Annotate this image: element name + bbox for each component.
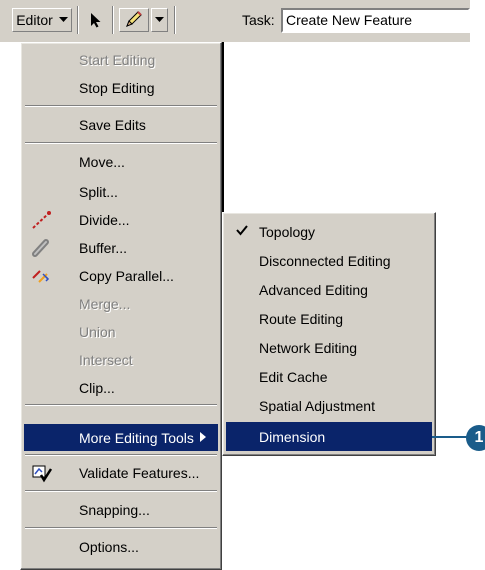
toolbar-separator bbox=[77, 6, 79, 34]
menu-item-clip[interactable]: Clip... bbox=[24, 375, 218, 401]
menu-separator bbox=[25, 454, 217, 456]
menu-item-buffer[interactable]: Buffer... bbox=[24, 235, 218, 261]
task-dropdown[interactable]: Create New Feature bbox=[281, 8, 470, 33]
submenu-item-edit-cache[interactable]: Edit Cache bbox=[226, 362, 432, 391]
menu-item-snapping[interactable]: Snapping... bbox=[24, 497, 218, 523]
menu-item-move[interactable]: Move... bbox=[24, 149, 218, 175]
edit-tool-button[interactable] bbox=[84, 8, 108, 32]
callout-number-badge: 1 bbox=[466, 425, 485, 451]
submenu-arrow-icon bbox=[200, 432, 206, 442]
submenu-item-spatial-adjustment[interactable]: Spatial Adjustment bbox=[226, 391, 432, 420]
menu-item-merge[interactable]: Merge... bbox=[24, 291, 218, 317]
editor-menu-button[interactable]: Editor bbox=[12, 8, 72, 32]
menu-item-more-editing-tools[interactable]: More Editing Tools bbox=[24, 424, 218, 451]
divide-icon bbox=[32, 211, 51, 229]
validate-features-icon bbox=[32, 465, 53, 483]
sketch-tool-dropdown[interactable] bbox=[151, 8, 168, 32]
menu-item-divide[interactable]: Divide... bbox=[24, 207, 218, 233]
menu-item-save-edits[interactable]: Save Edits bbox=[24, 112, 218, 138]
submenu-item-disconnected-editing[interactable]: Disconnected Editing bbox=[226, 246, 432, 275]
more-editing-tools-submenu: Topology Disconnected Editing Advanced E… bbox=[222, 212, 436, 456]
checkmark-icon bbox=[236, 225, 248, 236]
menu-separator bbox=[25, 142, 217, 144]
menu-item-options[interactable]: Options... bbox=[24, 534, 218, 560]
task-value: Create New Feature bbox=[286, 12, 413, 28]
menu-item-start-editing[interactable]: Start Editing bbox=[24, 47, 218, 73]
map-frame-edge bbox=[222, 42, 224, 222]
dropdown-arrow-icon bbox=[155, 17, 164, 22]
arrow-pointer-icon bbox=[91, 13, 101, 28]
toolbar-separator bbox=[174, 6, 176, 34]
toolbar-separator bbox=[112, 6, 114, 34]
task-label: Task: bbox=[242, 12, 275, 28]
menu-separator bbox=[25, 105, 217, 107]
menu-separator bbox=[25, 490, 217, 492]
submenu-item-dimension[interactable]: Dimension bbox=[226, 422, 432, 451]
submenu-item-route-editing[interactable]: Route Editing bbox=[226, 304, 432, 333]
menu-item-split[interactable]: Split... bbox=[24, 179, 218, 205]
submenu-item-topology[interactable]: Topology bbox=[226, 217, 432, 246]
dropdown-arrow-icon bbox=[58, 17, 68, 22]
menu-separator bbox=[25, 527, 217, 529]
menu-item-copy-parallel[interactable]: Copy Parallel... bbox=[24, 263, 218, 289]
menu-item-validate-features[interactable]: Validate Features... bbox=[24, 460, 218, 486]
menu-item-intersect[interactable]: Intersect bbox=[24, 347, 218, 373]
editor-menu-label: Editor bbox=[16, 12, 53, 28]
menu-item-stop-editing[interactable]: Stop Editing bbox=[24, 75, 218, 101]
menu-item-union[interactable]: Union bbox=[24, 319, 218, 345]
buffer-icon bbox=[32, 239, 49, 257]
editor-toolbar: Editor Task: Create New Feature bbox=[0, 0, 470, 42]
editor-menu: Start Editing Stop Editing Save Edits Mo… bbox=[20, 42, 222, 570]
submenu-item-advanced-editing[interactable]: Advanced Editing bbox=[226, 275, 432, 304]
sketch-tool-button[interactable] bbox=[119, 8, 149, 32]
submenu-item-network-editing[interactable]: Network Editing bbox=[226, 333, 432, 362]
pencil-icon bbox=[126, 11, 142, 27]
menu-separator bbox=[25, 404, 217, 406]
copy-parallel-icon bbox=[32, 270, 50, 283]
